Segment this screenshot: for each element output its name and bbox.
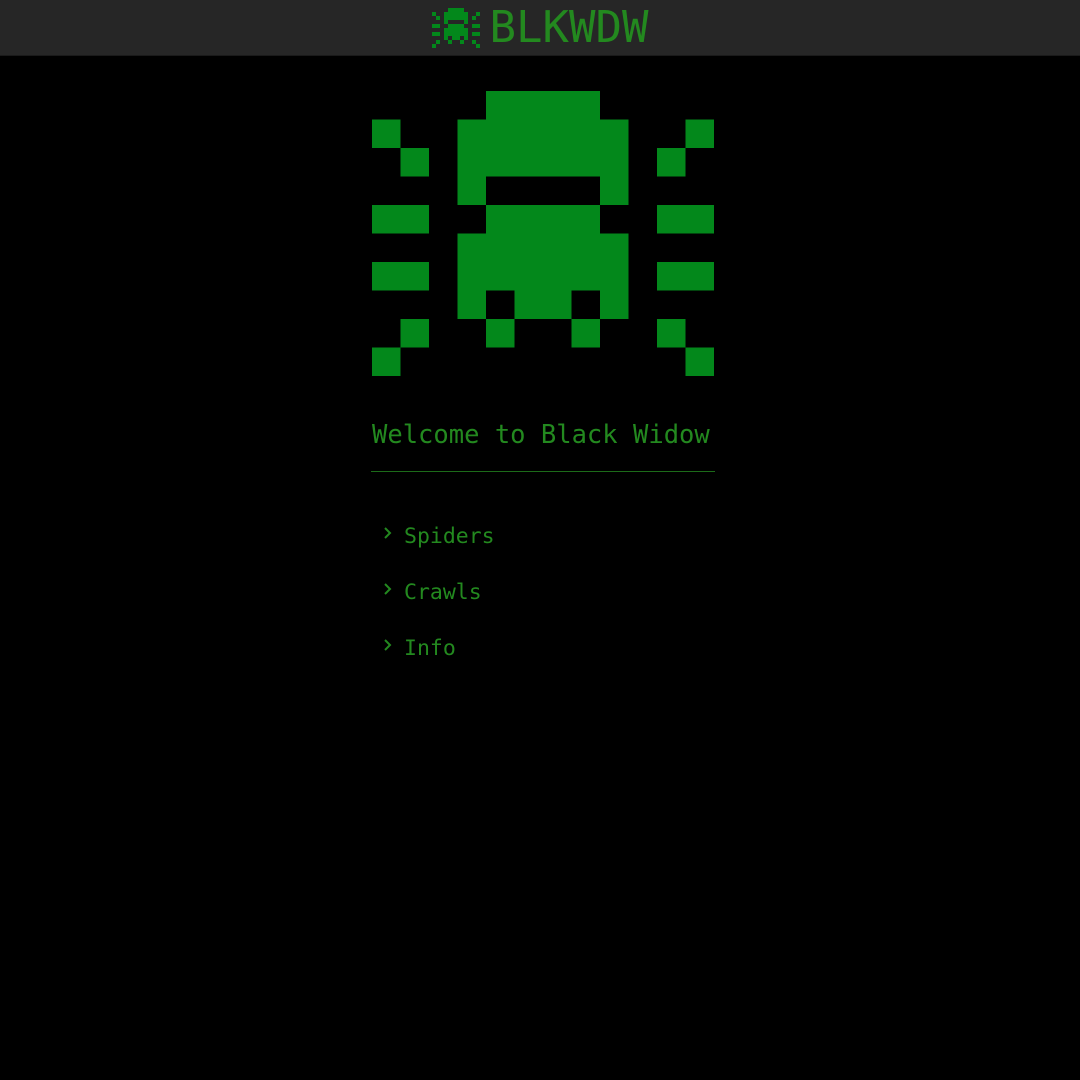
menu-item-label: Spiders bbox=[404, 523, 495, 549]
main-menu: Spiders Crawls Info bbox=[380, 508, 495, 676]
menu-item-crawls[interactable]: Crawls bbox=[380, 564, 495, 620]
welcome-heading: Welcome to Black Widow bbox=[372, 420, 710, 450]
menu-item-label: Info bbox=[404, 635, 456, 661]
menu-item-info[interactable]: Info bbox=[380, 620, 495, 676]
chevron-right-icon bbox=[384, 527, 392, 539]
spider-icon bbox=[431, 7, 480, 48]
spider-icon bbox=[372, 91, 714, 376]
brand-home-link[interactable]: BLKWDW bbox=[431, 0, 649, 55]
top-bar: BLKWDW bbox=[0, 0, 1080, 56]
brand-name: BLKWDW bbox=[489, 2, 649, 53]
chevron-right-icon bbox=[384, 639, 392, 651]
menu-item-label: Crawls bbox=[404, 579, 482, 605]
divider bbox=[371, 471, 715, 472]
chevron-right-icon bbox=[384, 583, 392, 595]
menu-item-spiders[interactable]: Spiders bbox=[380, 508, 495, 564]
